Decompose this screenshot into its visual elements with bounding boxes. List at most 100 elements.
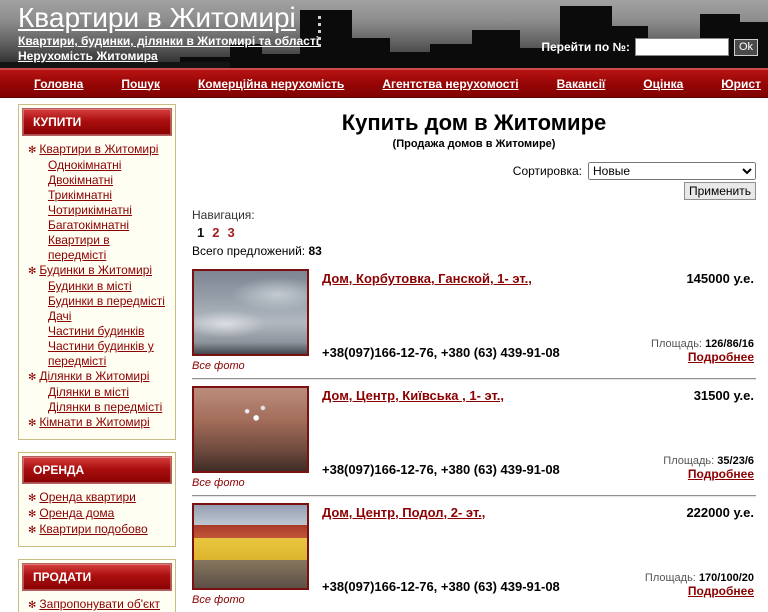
listing-phone: +38(097)166-12-76, +380 (63) 439-91-08: [322, 462, 594, 477]
sidebar-item: ✻Квартири подобово: [26, 522, 170, 538]
sidebar-item: Будинки в місті: [26, 279, 170, 294]
apply-button[interactable]: Применить: [684, 182, 756, 200]
listing-row: Все фото Дом, Центр, Київська , 1- эт., …: [192, 381, 756, 491]
listing-price: 145000 у.е.: [594, 271, 754, 286]
listing-price-column: 222000 у.е. Площадь: 170/100/20 Подробне…: [594, 503, 756, 608]
star-bullet-icon: ✻: [28, 266, 36, 277]
nav-item-5[interactable]: Вакансії: [557, 77, 606, 91]
listing-area: Площадь: 170/100/20: [594, 572, 754, 584]
sidebar-item: Дачі: [26, 309, 170, 324]
sidebar: КУПИТИ ✻Квартири в ЖитомиріОднокімнатніД…: [18, 104, 176, 612]
goto-number-label: Перейти по №:: [541, 40, 630, 54]
sidebar-link[interactable]: Ділянки в місті: [48, 385, 129, 399]
sidebar-link[interactable]: Будинки в місті: [48, 279, 132, 293]
sidebar-section-list: ✻Запропонувати об'єкт: [22, 597, 172, 612]
sidebar-link[interactable]: Квартири подобово: [39, 522, 147, 536]
all-photos-link[interactable]: Все фото: [192, 477, 245, 489]
listing-row: Все фото Дом, Центр, Подол, 2- эт., +38(…: [192, 498, 756, 608]
pagination-label: Навигация:: [192, 208, 756, 222]
site-title-link[interactable]: Квартири в Житомирі: [18, 2, 296, 34]
sort-select[interactable]: Новые: [588, 162, 756, 180]
sidebar-link[interactable]: Будинки в Житомирі: [39, 263, 152, 277]
goto-number-input[interactable]: [635, 38, 729, 56]
sidebar-link[interactable]: Однокімнатні: [48, 158, 121, 172]
page-number-current: 1: [197, 225, 204, 240]
listing-title-link[interactable]: Дом, Центр, Київська , 1- эт.,: [322, 388, 594, 403]
sidebar-section-list: ✻Квартири в ЖитомиріОднокімнатніДвокімна…: [22, 142, 172, 431]
star-bullet-icon: ✻: [28, 418, 36, 429]
sidebar-section-title: ПРОДАТИ: [22, 563, 172, 591]
all-photos-link[interactable]: Все фото: [192, 594, 245, 606]
site-subtitle-link-2[interactable]: Нерухомість Житомира: [18, 49, 319, 64]
listing-price: 31500 у.е.: [594, 388, 754, 403]
nav-item-3[interactable]: Комерційна нерухомість: [198, 77, 344, 91]
sidebar-link[interactable]: Чотирикімнатні: [48, 203, 132, 217]
sidebar-link[interactable]: Квартири в Житомирі: [39, 142, 158, 156]
listing-title-link[interactable]: Дом, Центр, Подол, 2- эт.,: [322, 505, 594, 520]
listing-photo-column: Все фото: [192, 386, 322, 491]
listing-area: Площадь: 126/86/16: [594, 338, 754, 350]
star-bullet-icon: ✻: [28, 525, 36, 536]
sidebar-link[interactable]: Ділянки в передмісті: [48, 400, 162, 414]
listing-photo-interior[interactable]: [192, 386, 309, 473]
sidebar-link[interactable]: Багатокімнатні: [48, 218, 129, 232]
listing-photo-column: Все фото: [192, 269, 322, 374]
sidebar-item: ✻Ділянки в Житомирі: [26, 369, 170, 385]
sidebar-link[interactable]: Квартири в передмісті: [48, 233, 110, 262]
main-nav: Головна Пошук Комерційна нерухомість Агентс…: [0, 68, 768, 98]
page-number-link[interactable]: 3: [227, 225, 234, 240]
sidebar-link[interactable]: Двокімнатні: [48, 173, 113, 187]
nav-item-1[interactable]: Головна: [34, 77, 83, 91]
listing-area: Площадь: 35/23/6: [594, 455, 754, 467]
listing-more-link[interactable]: Подробнее: [594, 467, 754, 481]
sidebar-item: Частини будинків: [26, 324, 170, 339]
pagination: 123: [192, 225, 756, 240]
goto-ok-button[interactable]: Ok: [734, 39, 758, 56]
listing-bottom: Площадь: 126/86/16 Подробнее: [594, 338, 754, 364]
listing-price: 222000 у.е.: [594, 505, 754, 520]
sidebar-item: Багатокімнатні: [26, 218, 170, 233]
listing-phone: +38(097)166-12-76, +380 (63) 439-91-08: [322, 345, 594, 360]
listing-more-link[interactable]: Подробнее: [594, 584, 754, 598]
site-subtitle-link-1[interactable]: Квартири, будинки, ділянки в Житомирі та…: [18, 34, 319, 49]
star-bullet-icon: ✻: [28, 372, 36, 383]
sidebar-item: Частини будинків у передмісті: [26, 339, 170, 369]
listing-photo-cloudy-sky[interactable]: [192, 269, 309, 356]
nav-item-4[interactable]: Агентства нерухомості: [382, 77, 518, 91]
page-number-link[interactable]: 2: [212, 225, 219, 240]
star-bullet-icon: ✻: [28, 145, 36, 156]
main-panel: Купить дом в Житомире (Продажа домов в Ж…: [192, 98, 756, 612]
sidebar-link[interactable]: Частини будинків: [48, 324, 144, 338]
sidebar-item: ✻Оренда квартири: [26, 490, 170, 506]
sidebar-link[interactable]: Будинки в передмісті: [48, 294, 165, 308]
sidebar-link[interactable]: Кімнати в Житомирі: [39, 415, 149, 429]
sidebar-link[interactable]: Оренда дома: [39, 506, 114, 520]
sidebar-section: ОРЕНДА ✻Оренда квартири✻Оренда дома✻Квар…: [18, 452, 176, 547]
listing-bottom: Площадь: 170/100/20 Подробнее: [594, 572, 754, 598]
listing-photo-column: Все фото: [192, 503, 322, 608]
sidebar-link[interactable]: Ділянки в Житомирі: [39, 369, 149, 383]
listing-title-link[interactable]: Дом, Корбутовка, Ганской, 1- эт.,: [322, 271, 594, 286]
listing-photo-yellow-house[interactable]: [192, 503, 309, 590]
sort-label: Сортировка:: [513, 164, 582, 178]
sidebar-item: Квартири в передмісті: [26, 233, 170, 263]
sidebar-link[interactable]: Трикімнатні: [48, 188, 112, 202]
sidebar-link[interactable]: Частини будинків у передмісті: [48, 339, 154, 368]
sidebar-section-title: ОРЕНДА: [22, 456, 172, 484]
sidebar-item: ✻Квартири в Житомирі: [26, 142, 170, 158]
nav-item-6[interactable]: Оцінка: [643, 77, 683, 91]
sidebar-item: ✻Будинки в Житомирі: [26, 263, 170, 279]
sidebar-section: КУПИТИ ✻Квартири в ЖитомиріОднокімнатніД…: [18, 104, 176, 440]
listing-more-link[interactable]: Подробнее: [594, 350, 754, 364]
star-bullet-icon: ✻: [28, 493, 36, 504]
total-offers-label: Всего предложений:: [192, 244, 305, 258]
all-photos-link[interactable]: Все фото: [192, 360, 245, 372]
sidebar-link[interactable]: Запропонувати об'єкт: [39, 597, 160, 611]
listing-bottom: Площадь: 35/23/6 Подробнее: [594, 455, 754, 481]
sidebar-link[interactable]: Оренда квартири: [39, 490, 135, 504]
nav-item-2[interactable]: Пошук: [121, 77, 160, 91]
nav-item-7[interactable]: Юрист: [721, 77, 761, 91]
sidebar-section-title: КУПИТИ: [22, 108, 172, 136]
sidebar-link[interactable]: Дачі: [48, 309, 71, 323]
sidebar-section-list: ✻Оренда квартири✻Оренда дома✻Квартири по…: [22, 490, 172, 538]
